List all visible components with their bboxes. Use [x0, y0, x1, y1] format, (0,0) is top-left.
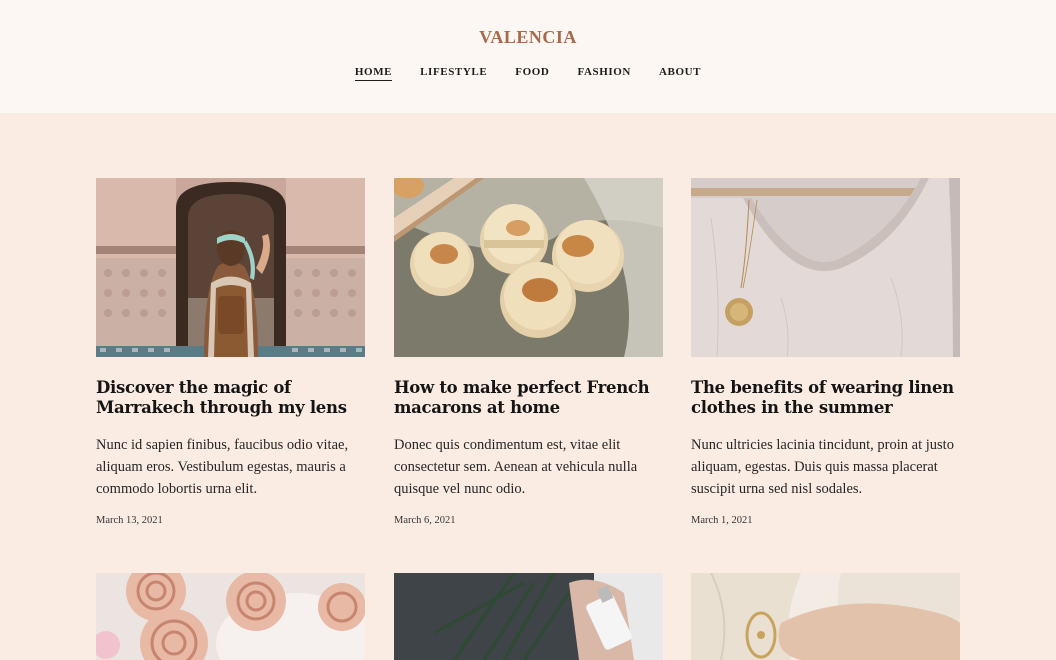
- post-date: March 1, 2021: [691, 515, 753, 526]
- site-logo[interactable]: VALENCIA: [0, 27, 1056, 48]
- nav-item-lifestyle[interactable]: LIFESTYLE: [420, 66, 487, 81]
- post-excerpt: Donec quis condimentum est, vitae elit c…: [394, 437, 638, 497]
- main-nav: HOME LIFESTYLE FOOD FASHION ABOUT: [0, 66, 1056, 81]
- post-image-skincare[interactable]: [394, 573, 663, 660]
- post-image-marrakech[interactable]: [96, 178, 365, 357]
- post-excerpt: Nunc id sapien finibus, faucibus odio vi…: [96, 437, 349, 497]
- post-image-bracelet[interactable]: [691, 573, 960, 660]
- post-title[interactable]: Discover the magic of Marrakech through …: [96, 378, 371, 418]
- post-image-macarons[interactable]: [394, 178, 663, 357]
- site-header: VALENCIA HOME LIFESTYLE FOOD FASHION ABO…: [0, 0, 1056, 113]
- nav-item-home[interactable]: HOME: [354, 66, 393, 81]
- post-date: March 6, 2021: [394, 515, 456, 526]
- post-image-linen[interactable]: [691, 178, 960, 357]
- nav-item-about[interactable]: ABOUT: [659, 66, 701, 81]
- nav-item-fashion[interactable]: FASHION: [577, 66, 631, 81]
- post-excerpt: Nunc ultricies lacinia tincidunt, proin …: [691, 437, 954, 497]
- nav-item-food[interactable]: FOOD: [515, 66, 549, 81]
- post-title[interactable]: The benefits of wearing linen clothes in…: [691, 378, 966, 418]
- post-title[interactable]: How to make perfect French macarons at h…: [394, 378, 669, 418]
- post-date: March 13, 2021: [96, 515, 163, 526]
- post-image-rose-pastries[interactable]: [96, 573, 365, 660]
